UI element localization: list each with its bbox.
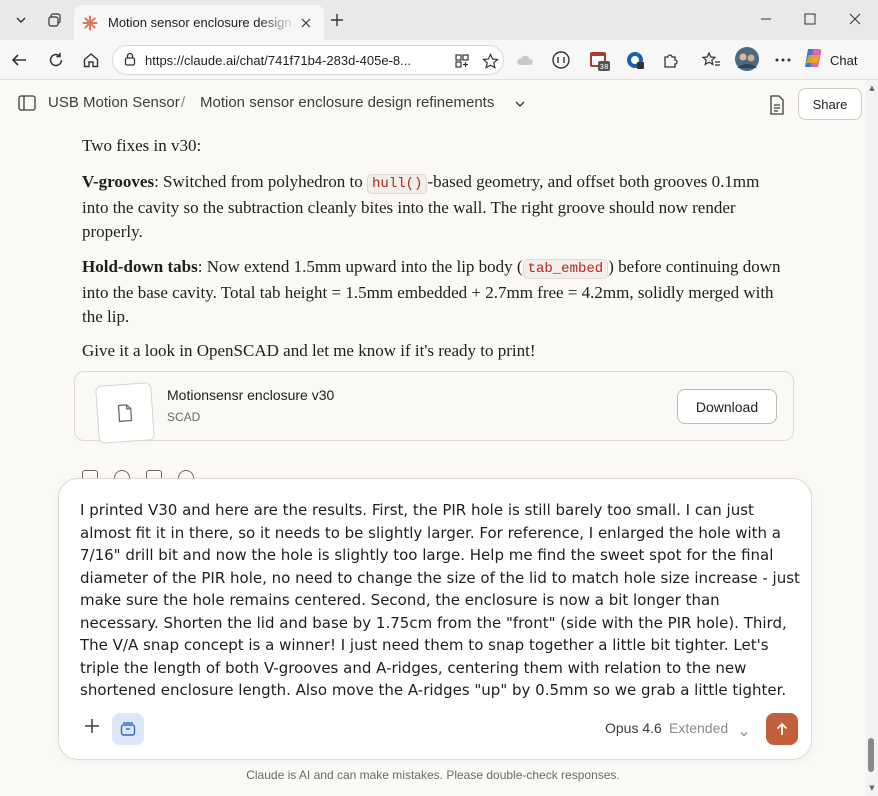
archive-icon — [120, 722, 136, 736]
chat-title[interactable]: Motion sensor enclosure design refinemen… — [200, 94, 494, 111]
message-paragraph-grooves: V-grooves: Switched from polyhedron to h… — [82, 170, 782, 244]
favorite-star-icon[interactable] — [481, 52, 499, 70]
browser-tab-strip: Motion sensor enclosure design refinemen… — [0, 0, 878, 40]
artifact-title[interactable]: Motionsensr enclosure v30 — [167, 387, 334, 403]
message-outro: Give it a look in OpenSCAD and let me kn… — [82, 341, 536, 360]
favorites-icon[interactable] — [700, 49, 722, 71]
profile-avatar[interactable] — [734, 46, 760, 72]
tab-actions-chevron-icon[interactable] — [6, 6, 36, 34]
grooves-heading: V-grooves — [82, 172, 155, 191]
back-arrow-icon[interactable] — [4, 45, 34, 75]
url-text[interactable]: https://claude.ai/chat/741f71b4-283d-405… — [145, 53, 435, 68]
artifact-thumbnail — [95, 382, 155, 444]
model-chevron-icon[interactable] — [739, 724, 749, 737]
document-icon[interactable] — [769, 95, 785, 115]
scroll-up-icon[interactable]: ▲ — [867, 84, 877, 92]
tab-title: Motion sensor enclosure design refinemen… — [108, 15, 297, 30]
disclaimer-text: Claude is AI and can make mistakes. Plea… — [246, 768, 620, 782]
active-tab[interactable]: Motion sensor enclosure design refinemen… — [74, 5, 324, 40]
download-button[interactable]: Download — [677, 389, 777, 424]
claude-favicon-icon — [82, 15, 98, 31]
password-extension-icon[interactable] — [624, 49, 646, 71]
close-window-icon[interactable] — [833, 0, 877, 38]
artifact-type: SCAD — [167, 410, 201, 424]
browser-toolbar: https://claude.ai/chat/741f71b4-283d-405… — [0, 40, 878, 80]
close-tab-icon[interactable] — [297, 13, 316, 33]
model-selector[interactable]: Opus 4.6 — [605, 720, 662, 736]
tabs-text-a: : Now extend 1.5mm upward into the lip b… — [197, 257, 523, 276]
scroll-down-icon[interactable]: ▼ — [867, 784, 877, 792]
more-options-icon[interactable] — [772, 49, 794, 71]
breadcrumb-project[interactable]: USB Motion Sensor — [48, 94, 180, 111]
cloud-extension-icon[interactable] — [514, 49, 536, 71]
arrow-up-icon — [776, 722, 788, 735]
message-intro: Two fixes in v30: — [82, 136, 202, 155]
inline-code-hull: hull() — [367, 174, 428, 194]
extensions-puzzle-icon[interactable] — [660, 49, 682, 71]
tools-button[interactable] — [112, 713, 144, 745]
address-bar[interactable]: https://claude.ai/chat/741f71b4-283d-405… — [112, 45, 504, 75]
sidebar-toggle-icon[interactable] — [18, 95, 38, 113]
copilot-chat-button[interactable]: Chat — [802, 46, 872, 74]
refresh-icon[interactable] — [41, 45, 71, 75]
send-button[interactable] — [766, 713, 798, 745]
add-attachment-button[interactable] — [79, 713, 105, 739]
chat-header: USB Motion Sensor / Motion sensor enclos… — [0, 80, 866, 128]
maximize-icon[interactable] — [788, 0, 832, 38]
workspaces-icon[interactable] — [40, 6, 70, 34]
grooves-text-a: : Switched from polyhedron to — [154, 172, 368, 191]
breadcrumb-separator: / — [181, 94, 186, 111]
model-mode[interactable]: Extended — [669, 720, 728, 736]
artifact-card[interactable]: Motionsensr enclosure v30 SCAD Download — [74, 371, 794, 444]
prompt-input[interactable]: I printed V30 and here are the results. … — [80, 499, 802, 702]
tabs-heading: Hold-down tabs — [82, 257, 198, 276]
app-available-icon[interactable] — [453, 52, 471, 70]
new-tab-icon[interactable] — [322, 6, 352, 34]
calendar-extension-icon[interactable]: 38 — [588, 49, 610, 71]
copilot-icon — [802, 47, 824, 73]
chevron-down-icon[interactable] — [513, 96, 527, 110]
svg-text:38: 38 — [600, 63, 609, 71]
inline-code-tab-embed: tab_embed — [522, 259, 609, 279]
message-composer[interactable]: I printed V30 and here are the results. … — [58, 478, 812, 760]
minimize-icon[interactable] — [744, 0, 788, 38]
message-paragraph-tabs: Hold-down tabs: Now extend 1.5mm upward … — [82, 255, 782, 329]
plus-icon — [85, 719, 99, 733]
claude-app: USB Motion Sensor / Motion sensor enclos… — [0, 80, 866, 796]
page-scrollbar[interactable]: ▲ ▼ — [866, 80, 878, 796]
copilot-label: Chat — [830, 52, 858, 68]
home-icon[interactable] — [76, 45, 106, 75]
reader-extension-icon[interactable] — [550, 49, 572, 71]
lock-icon[interactable] — [123, 51, 137, 70]
scroll-thumb[interactable] — [868, 738, 874, 772]
share-button[interactable]: Share — [798, 88, 862, 120]
